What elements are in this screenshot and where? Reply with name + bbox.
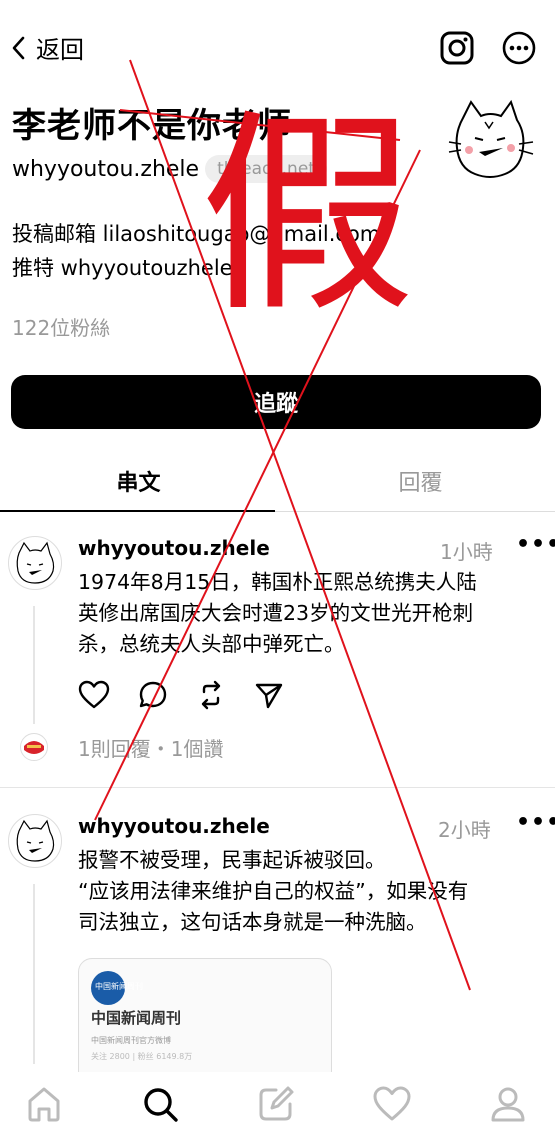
bio-twitter[interactable]: 推特 whyyoutouzhele xyxy=(12,251,380,285)
profile-icon[interactable] xyxy=(486,1082,530,1126)
post-time: 1小時 xyxy=(440,540,493,564)
card-subtitle: 中国新闻周刊官方微博 xyxy=(91,1036,171,1045)
active-tab-indicator xyxy=(0,510,275,512)
post-text: 1974年8月15日，韩国朴正熙总统携夫人陆 英修出席国庆大会时遭23岁的文世光… xyxy=(78,567,477,660)
heart-icon[interactable] xyxy=(78,680,110,710)
post-text-line: 1974年8月15日，韩国朴正熙总统携夫人陆 xyxy=(78,570,477,594)
post-text-line: 英修出席国庆大会时遭23岁的文世光开枪刺 xyxy=(78,601,474,625)
thread-line xyxy=(33,606,35,724)
tab-replies[interactable]: 回覆 xyxy=(282,465,555,497)
post-text-line: 杀，总统夫人头部中弹死亡。 xyxy=(78,632,345,656)
profile-name: 李老师不是你老师 xyxy=(12,106,292,146)
profile-bio: 投稿邮箱 lilaoshitougao@gmail.com 推特 whyyout… xyxy=(12,217,380,285)
post-more-icon[interactable]: ••• xyxy=(516,532,555,557)
activity-heart-icon[interactable] xyxy=(370,1082,414,1126)
post-text-line: 司法独立，这句话本身就是一种洗脑。 xyxy=(78,910,427,934)
back-button[interactable]: 返回 xyxy=(10,30,84,65)
profile-handle: whyyoutou.zhele xyxy=(12,156,200,182)
post-text-line: 报警不被受理，民事起诉被驳回。 xyxy=(78,848,386,872)
follow-button[interactable]: 追蹤 xyxy=(11,375,541,429)
tab-threads[interactable]: 串文 xyxy=(0,465,277,497)
post-meta[interactable]: 1則回覆・1個讚 xyxy=(78,733,223,762)
thread-line xyxy=(33,884,35,1064)
comment-icon[interactable] xyxy=(138,680,168,710)
followers-count[interactable]: 122位粉絲 xyxy=(12,312,110,341)
post-avatar[interactable] xyxy=(8,814,62,868)
post-username[interactable]: whyyoutou.zhele xyxy=(78,536,270,560)
bottom-nav xyxy=(0,1072,555,1147)
card-logo-text: 中国新闻周刊 xyxy=(95,982,143,991)
more-circle-icon[interactable] xyxy=(501,30,537,66)
bio-email[interactable]: 投稿邮箱 lilaoshitougao@gmail.com xyxy=(12,217,380,251)
instagram-icon[interactable] xyxy=(439,30,475,66)
post-time: 2小時 xyxy=(438,818,491,842)
post-avatar[interactable] xyxy=(8,536,62,590)
post-actions xyxy=(78,680,284,710)
card-title: 中国新闻周刊 xyxy=(91,1009,182,1027)
chevron-left-icon xyxy=(12,36,25,59)
repost-icon[interactable] xyxy=(196,680,226,710)
post-text: 报警不被受理，民事起诉被驳回。 “应该用法律来维护自己的权益”，如果没有 司法独… xyxy=(78,845,468,938)
profile-tabs: 串文 回覆 xyxy=(0,455,555,512)
share-icon[interactable] xyxy=(254,680,284,710)
back-label: 返回 xyxy=(36,36,84,64)
post-text-line: “应该用法律来维护自己的权益”，如果没有 xyxy=(78,879,469,903)
reply-avatar xyxy=(20,733,48,761)
post-divider xyxy=(0,787,555,788)
search-icon[interactable] xyxy=(138,1082,182,1126)
link-preview-card[interactable]: 中国新闻周刊 中国新闻周刊 中国新闻周刊官方微博 关注 2800 | 粉丝 61… xyxy=(78,958,332,1085)
profile-avatar[interactable] xyxy=(445,98,535,186)
card-stats: 关注 2800 | 粉丝 6149.8万 xyxy=(91,1052,193,1061)
home-icon[interactable] xyxy=(22,1082,66,1126)
compose-icon[interactable] xyxy=(254,1082,298,1126)
post-more-icon[interactable]: ••• xyxy=(516,810,555,835)
domain-badge[interactable]: threads.net xyxy=(205,155,327,183)
handle-row: whyyoutou.zhele threads.net xyxy=(12,155,327,183)
post-username[interactable]: whyyoutou.zhele xyxy=(78,814,270,838)
